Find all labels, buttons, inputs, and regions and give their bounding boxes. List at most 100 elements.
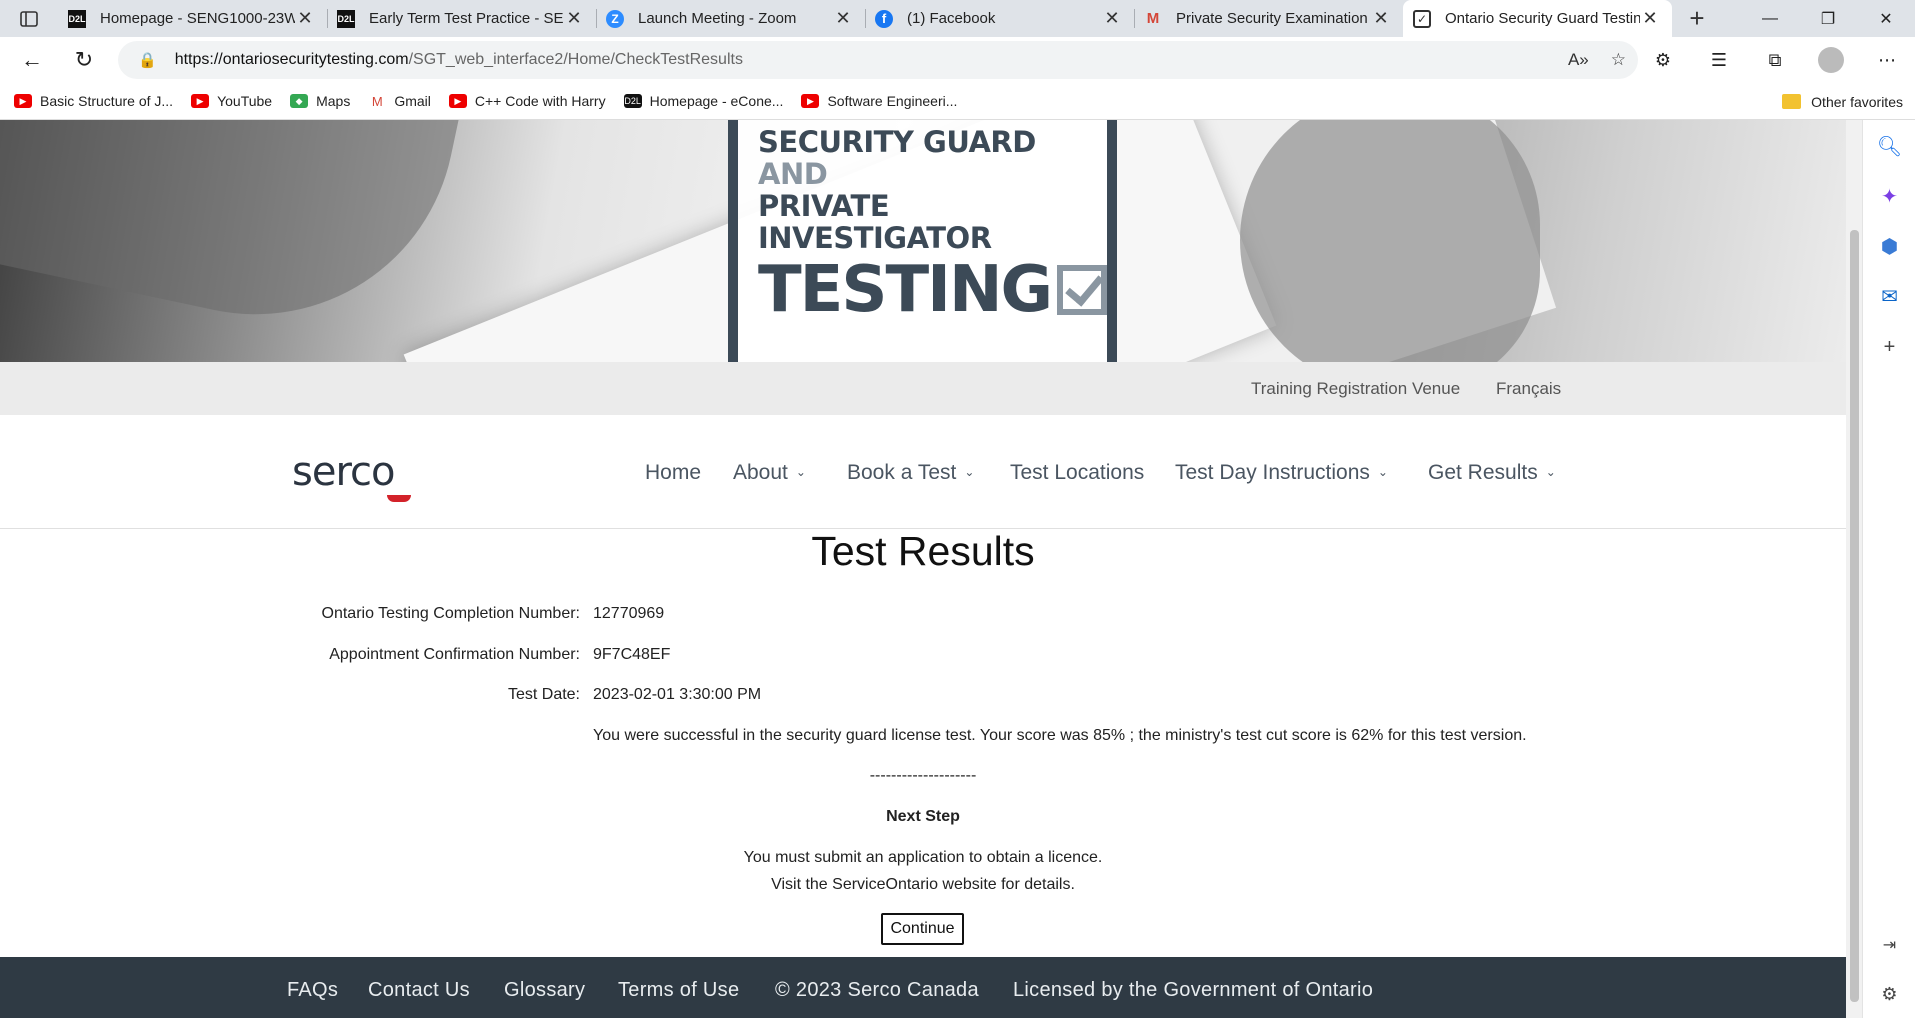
outlook-icon[interactable]: ✉ bbox=[1863, 284, 1915, 309]
avatar[interactable] bbox=[1803, 47, 1859, 73]
url-text[interactable]: https://ontariosecuritytesting.com/SGT_w… bbox=[175, 51, 743, 69]
d2l-icon: D2L bbox=[623, 94, 642, 108]
continue-button[interactable]: Continue bbox=[881, 913, 964, 945]
tab-actions-icon[interactable] bbox=[0, 0, 58, 37]
next-step-text: Visit the ServiceOntario website for det… bbox=[771, 876, 1075, 893]
utility-bar: Training Registration Venue Français bbox=[0, 362, 1846, 415]
bookmark-label: Gmail bbox=[394, 93, 431, 109]
logo-line-3: TESTING bbox=[758, 253, 1053, 327]
settings-icon[interactable]: ⚙ bbox=[1863, 984, 1915, 1005]
close-icon[interactable]: ✕ bbox=[833, 8, 853, 29]
footer-contact-link[interactable]: Contact Us bbox=[368, 979, 470, 1002]
d2l-icon: D2L bbox=[68, 9, 86, 28]
nav-label: Book a Test bbox=[847, 461, 957, 484]
chevron-down-icon: ⌄ bbox=[1545, 465, 1556, 479]
bookmark-label: Basic Structure of J... bbox=[40, 93, 174, 109]
serco-swoosh bbox=[387, 495, 411, 502]
footer-terms-link[interactable]: Terms of Use bbox=[618, 979, 739, 1002]
search-icon[interactable]: 🔍︎ bbox=[1863, 134, 1915, 159]
bookmark-item[interactable]: ▶ Basic Structure of J... bbox=[14, 93, 173, 109]
browser-tab[interactable]: D2L Homepage - SENG1000-23W-S ✕ bbox=[58, 0, 327, 37]
nav-home[interactable]: Home bbox=[645, 461, 701, 485]
chevron-down-icon: ⌄ bbox=[1377, 465, 1388, 479]
main-nav: serco Home About ⌄ Book a Test ⌄ Test Loca… bbox=[0, 415, 1846, 529]
scrollbar-thumb[interactable] bbox=[1850, 230, 1859, 1002]
browser-tab-active[interactable]: ✓ Ontario Security Guard Testing ✕ bbox=[1403, 0, 1672, 37]
address-bar-row: ← ↻ 🔒 https://ontariosecuritytesting.com… bbox=[0, 37, 1915, 83]
nav-book-a-test[interactable]: Book a Test ⌄ bbox=[847, 461, 974, 485]
url-path: /SGT_web_interface2/Home/CheckTestResult… bbox=[408, 51, 743, 68]
bookmark-item[interactable]: ▶ Software Engineeri... bbox=[801, 93, 957, 109]
logo-line-1: SECURITY GUARD bbox=[758, 125, 1036, 159]
restore-icon[interactable]: ❐ bbox=[1799, 0, 1857, 37]
other-favorites-label: Other favorites bbox=[1811, 93, 1903, 110]
office-icon[interactable]: ⬢ bbox=[1863, 234, 1915, 259]
site-footer: FAQs Contact Us Glossary Terms of Use © … bbox=[0, 957, 1846, 1018]
close-icon[interactable]: ✕ bbox=[1640, 8, 1660, 29]
youtube-icon: ▶ bbox=[448, 94, 467, 108]
close-window-icon[interactable]: ✕ bbox=[1857, 0, 1915, 37]
footer-faqs-link[interactable]: FAQs bbox=[287, 979, 338, 1002]
close-icon[interactable]: ✕ bbox=[1371, 8, 1391, 29]
nav-test-day-instructions[interactable]: Test Day Instructions ⌄ bbox=[1175, 461, 1388, 485]
add-favorite-icon[interactable]: ☆ bbox=[1611, 50, 1626, 70]
footer-glossary-link[interactable]: Glossary bbox=[504, 979, 585, 1002]
extensions-icon[interactable]: ⚙ bbox=[1635, 50, 1691, 71]
bookmark-item[interactable]: ▶ YouTube bbox=[191, 93, 272, 109]
nav-label: Test Day Instructions bbox=[1175, 461, 1370, 484]
bookmark-label: C++ Code with Harry bbox=[474, 93, 606, 109]
refresh-button[interactable]: ↻ bbox=[58, 37, 110, 83]
test-date-value: 2023-02-01 3:30:00 PM bbox=[593, 686, 762, 703]
other-favorites[interactable]: Other favorites bbox=[1782, 83, 1903, 120]
nav-test-locations[interactable]: Test Locations bbox=[1010, 461, 1144, 485]
minimize-icon[interactable]: — bbox=[1741, 0, 1799, 37]
browser-tab[interactable]: D2L Early Term Test Practice - SENG ✕ bbox=[327, 0, 596, 37]
lock-icon[interactable]: 🔒 bbox=[138, 51, 157, 69]
youtube-icon: ▶ bbox=[191, 94, 210, 108]
collections-icon[interactable]: ⧉ bbox=[1747, 50, 1803, 71]
tab-title: (1) Facebook bbox=[907, 10, 996, 27]
hero-banner: SECURITY GUARD AND PRIVATE INVESTIGATOR … bbox=[0, 120, 1846, 362]
nav-label: About bbox=[733, 461, 788, 484]
bookmark-label: Software Engineeri... bbox=[827, 93, 958, 109]
youtube-icon: ▶ bbox=[14, 94, 32, 108]
sidebar-toggle-icon[interactable]: ⇥ bbox=[1863, 935, 1915, 955]
close-icon[interactable]: ✕ bbox=[564, 8, 584, 29]
close-icon[interactable]: ✕ bbox=[1102, 8, 1122, 29]
address-bar[interactable]: 🔒 https://ontariosecuritytesting.com/SGT… bbox=[118, 41, 1638, 79]
zoom-icon: Z bbox=[606, 9, 624, 28]
training-registration-link[interactable]: Training Registration Venue bbox=[1251, 379, 1460, 399]
completion-number-label: Ontario Testing Completion Number: bbox=[321, 605, 581, 622]
bookmark-item[interactable]: ◆ Maps bbox=[290, 93, 350, 109]
nav-about[interactable]: About ⌄ bbox=[733, 461, 806, 485]
bookmark-label: Maps bbox=[316, 93, 351, 109]
browser-tab[interactable]: M Private Security Examination re ✕ bbox=[1134, 0, 1403, 37]
bookmarks-bar: ▶ Basic Structure of J... ▶ YouTube ◆ Maps … bbox=[0, 83, 1915, 120]
nav-get-results[interactable]: Get Results ⌄ bbox=[1428, 461, 1556, 485]
bookmark-item[interactable]: M Gmail bbox=[368, 93, 431, 109]
page-scrollbar[interactable] bbox=[1846, 120, 1862, 1018]
read-aloud-icon[interactable]: A» bbox=[1568, 50, 1589, 70]
folder-icon bbox=[1782, 94, 1802, 109]
tab-title: Launch Meeting - Zoom bbox=[638, 10, 797, 27]
close-icon[interactable]: ✕ bbox=[295, 8, 315, 29]
youtube-icon: ▶ bbox=[801, 94, 820, 108]
page-title: Test Results bbox=[811, 528, 1035, 574]
new-tab-button[interactable]: + bbox=[1672, 0, 1722, 37]
browser-tab[interactable]: Z Launch Meeting - Zoom ✕ bbox=[596, 0, 865, 37]
confirmation-number-label: Appointment Confirmation Number: bbox=[329, 646, 580, 663]
browser-tab[interactable]: f (1) Facebook ✕ bbox=[865, 0, 1134, 37]
nav-label: Get Results bbox=[1428, 461, 1538, 484]
logo-and: AND bbox=[758, 157, 828, 191]
test-date-label: Test Date: bbox=[507, 686, 580, 703]
back-button[interactable]: ← bbox=[6, 37, 58, 83]
copilot-icon[interactable]: ✦ bbox=[1863, 184, 1915, 209]
serco-logo[interactable]: serco bbox=[292, 449, 395, 495]
favorites-icon[interactable]: ☰ bbox=[1691, 50, 1747, 71]
more-icon[interactable]: ⋯ bbox=[1859, 50, 1915, 71]
bookmark-item[interactable]: D2L Homepage - eCone... bbox=[623, 93, 783, 109]
add-icon[interactable]: + bbox=[1863, 336, 1915, 359]
bookmark-item[interactable]: ▶ C++ Code with Harry bbox=[448, 93, 606, 109]
language-link[interactable]: Français bbox=[1496, 379, 1561, 399]
site-logo[interactable]: SECURITY GUARD AND PRIVATE INVESTIGATOR … bbox=[728, 120, 1117, 362]
